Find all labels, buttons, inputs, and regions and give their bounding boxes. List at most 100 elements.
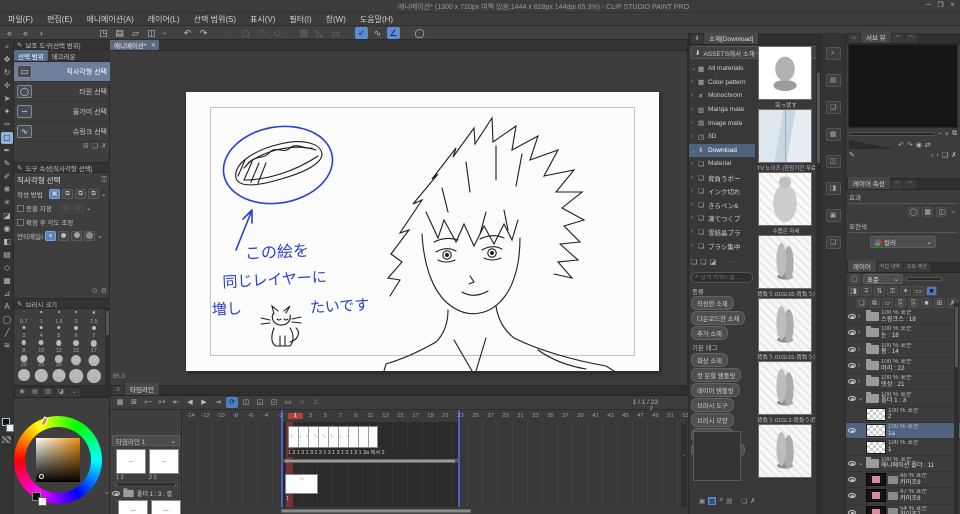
layer-expand-arrow[interactable] bbox=[858, 362, 864, 369]
brush-size-cell[interactable]: 50 bbox=[85, 354, 103, 368]
navigator-tab-icon[interactable]: ▭ bbox=[848, 34, 860, 43]
ruler-tick[interactable]: 5 bbox=[318, 413, 333, 419]
next-image-icon[interactable]: › bbox=[937, 152, 939, 159]
timeline-tool-icon[interactable]: ◰ bbox=[268, 397, 280, 408]
docked-palette-icon[interactable]: ▦ bbox=[825, 128, 841, 141]
tool-icon[interactable]: ◪ bbox=[1, 210, 13, 222]
ruler-tick[interactable]: 3 bbox=[303, 413, 318, 419]
track1-cel-strip[interactable]: ∿∿∿∿∿∿∿∿ bbox=[288, 426, 378, 448]
delete-subtool-icon[interactable]: ✗ bbox=[101, 142, 107, 152]
ruler-tick[interactable]: 47 bbox=[633, 413, 648, 419]
subtool-item[interactable]: ∿ 슈링크 선택 bbox=[14, 122, 110, 142]
tree-arrow-icon[interactable]: › bbox=[691, 120, 696, 126]
brush-size-cell[interactable]: 30 bbox=[50, 354, 68, 368]
item-bank-tab-icon[interactable]: ◠ bbox=[891, 34, 904, 43]
material-thumbnail[interactable]: 背負う.01GL01-背負うポ.. bbox=[757, 298, 815, 361]
material-tag-button[interactable]: 추가 소재 bbox=[691, 326, 728, 340]
search-input[interactable] bbox=[700, 274, 747, 281]
toolbar-icon[interactable]: ◠ bbox=[255, 27, 268, 39]
ruler-tick[interactable]: 51 bbox=[663, 413, 678, 419]
materials-tree-item[interactable]: › ❏ 背負うポー bbox=[689, 171, 755, 185]
new-vector-layer-icon[interactable]: ⧉ bbox=[869, 298, 880, 308]
docked-palette-icon[interactable]: ❏ bbox=[825, 101, 841, 114]
material-tag-button[interactable]: 레이어 템플릿 bbox=[691, 383, 740, 397]
materials-tab[interactable]: 소재[Download] bbox=[704, 32, 759, 44]
materials-tree-item[interactable]: › ▥ Manga mate bbox=[689, 103, 755, 117]
materials-tree-item[interactable]: › ❏ 雪結晶ブラ bbox=[689, 225, 755, 239]
border-effect-icon[interactable]: ◯ bbox=[908, 207, 920, 217]
subtool-item[interactable]: ◯ 타원 선택 bbox=[14, 82, 110, 102]
timeline-tool-icon[interactable]: ⊞ bbox=[128, 397, 140, 408]
track1-thumbnail-a[interactable]: ⌣ bbox=[116, 449, 146, 474]
track2-cel[interactable]: ∽ bbox=[285, 474, 318, 494]
layer-row[interactable]: 100 % 표준 2 bbox=[846, 407, 960, 424]
layer-expand-arrow[interactable] bbox=[858, 394, 864, 402]
view-grid-icon[interactable]: ▦ bbox=[708, 497, 717, 505]
brush-size-cell[interactable]: 10 bbox=[33, 339, 51, 354]
docked-palette-icon[interactable]: ◨ bbox=[825, 182, 841, 195]
brush-size-cell[interactable]: 1.5 bbox=[50, 310, 68, 325]
menu-item[interactable]: 애니메이션(A) bbox=[86, 14, 133, 25]
reset-icon[interactable]: ⊙ bbox=[92, 287, 98, 297]
tree-arrow-icon[interactable]: › bbox=[691, 188, 696, 194]
toolbar-icon[interactable]: ▭ bbox=[329, 27, 342, 39]
tree-arrow-icon[interactable]: ⌄ bbox=[691, 147, 696, 154]
new-folder-icon[interactable]: ❏ bbox=[700, 258, 706, 266]
materials-tree-item[interactable]: › ❏ Material bbox=[689, 157, 755, 171]
tree-arrow-icon[interactable]: › bbox=[691, 202, 696, 208]
angle-adjust-checkbox[interactable] bbox=[17, 218, 24, 226]
canvas-page[interactable]: この絵を 同じレイヤーに 増し たいです bbox=[186, 92, 659, 371]
layer-row[interactable]: 54 % 표준 카이조7 bbox=[846, 505, 960, 514]
blend-mode-dropdown[interactable]: 표준 ⌄ bbox=[863, 274, 903, 284]
material-tag-button[interactable]: 작성한 소재 bbox=[691, 296, 734, 310]
brush-size-cell[interactable]: 7 bbox=[85, 325, 103, 339]
info-tab-icon[interactable]: ◠ bbox=[904, 34, 917, 43]
aspect-chevron-icon[interactable]: ⌄ bbox=[86, 204, 91, 212]
tone-effect-icon[interactable]: ▦ bbox=[922, 207, 934, 217]
toolbar-icon[interactable]: ∠ bbox=[387, 26, 400, 39]
ruler-tick[interactable]: -2 bbox=[273, 413, 288, 419]
minimize-button[interactable]: ─ bbox=[923, 1, 934, 11]
timeline-v-scrollbar[interactable]: ⌃ ⌄ bbox=[681, 422, 687, 507]
mask-icon[interactable]: ◨ bbox=[848, 286, 859, 296]
zoom-in-icon[interactable]: + bbox=[945, 131, 949, 138]
layer-expand-arrow[interactable] bbox=[858, 346, 864, 353]
materials-tree-item[interactable]: › ❏ 凍てつくブ bbox=[689, 212, 755, 226]
menu-item[interactable]: 필터(I) bbox=[289, 14, 311, 25]
aa-weak-option[interactable] bbox=[58, 231, 69, 241]
tree-arrow-icon[interactable]: › bbox=[691, 215, 696, 221]
new-folder-layer-icon[interactable]: ▱ bbox=[882, 298, 893, 308]
material-thumbnail-image[interactable] bbox=[758, 235, 812, 289]
rotate-right-icon[interactable]: ↷ bbox=[907, 141, 913, 149]
subtool-tab[interactable]: 매끄러운 bbox=[48, 50, 80, 61]
layer-visibility-eye-icon[interactable] bbox=[848, 395, 856, 401]
timeline-h-scrollbar[interactable] bbox=[281, 509, 471, 513]
animation-tab-icon[interactable]: ◠ bbox=[890, 180, 903, 189]
tree-arrow-icon[interactable]: › bbox=[691, 134, 696, 140]
ruler-tick[interactable]: -8 bbox=[228, 413, 243, 419]
lock-layer-icon[interactable]: ⚿ bbox=[887, 286, 898, 296]
material-thumbnail-image[interactable] bbox=[758, 46, 812, 100]
tool-icon[interactable]: A bbox=[1, 301, 13, 313]
ruler-menu-icon[interactable]: ▭ bbox=[913, 286, 924, 296]
lock-transparent-icon[interactable]: ✦ bbox=[900, 286, 911, 296]
docked-palette-icon[interactable]: ▣ bbox=[825, 209, 841, 222]
tool-icon[interactable]: ✑ bbox=[1, 119, 13, 131]
layer-row[interactable]: 100 % 표준 폴더 1 : 3 bbox=[846, 390, 960, 407]
materials-tree-item[interactable]: ⌄ ▦ All materials bbox=[689, 62, 755, 76]
new-material-icon[interactable]: ❏ bbox=[691, 258, 697, 266]
subtool-item[interactable]: ∽ 올가미 선택 bbox=[14, 102, 110, 122]
tool-icon[interactable]: ✦ bbox=[1, 106, 13, 118]
ruler-tick[interactable]: -10 bbox=[213, 413, 228, 419]
view-detail-icon[interactable]: ▤ bbox=[726, 497, 732, 505]
aa-strong-option[interactable] bbox=[84, 231, 95, 241]
ruler-tick[interactable]: 19 bbox=[423, 413, 438, 419]
ruler-tick[interactable]: 9 bbox=[348, 413, 363, 419]
wheel-expand-chevron[interactable]: ⌄ bbox=[104, 488, 110, 496]
effect-chevron-icon[interactable]: ⌄ bbox=[950, 207, 956, 217]
ruler-tick[interactable]: 49 bbox=[648, 413, 663, 419]
layers-tab[interactable]: 레이어 bbox=[848, 260, 876, 272]
material-thumbnail-image[interactable] bbox=[758, 424, 812, 478]
subview-viewport[interactable] bbox=[848, 44, 958, 128]
tool-icon[interactable]: ▤ bbox=[1, 249, 13, 261]
